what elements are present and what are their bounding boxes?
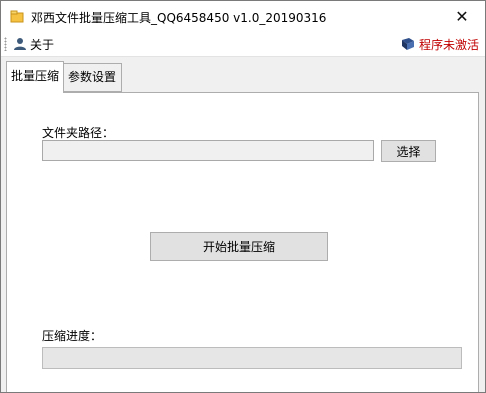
select-folder-button[interactable]: 选择 bbox=[381, 140, 436, 162]
app-window: 邓西文件批量压缩工具_QQ6458450 v1.0_20190316 ✕ 关于 … bbox=[0, 0, 486, 393]
tab-batch-compress[interactable]: 批量压缩 bbox=[6, 61, 64, 93]
menu-bar: 关于 程序未激活 bbox=[1, 32, 485, 57]
toolbar-grip bbox=[4, 37, 7, 51]
close-button[interactable]: ✕ bbox=[439, 1, 485, 32]
folder-path-label: 文件夹路径： bbox=[42, 126, 115, 140]
progress-label: 压缩进度： bbox=[42, 329, 103, 343]
compress-progress-bar bbox=[42, 347, 462, 369]
close-icon: ✕ bbox=[455, 7, 469, 26]
menu-about[interactable]: 关于 bbox=[13, 35, 54, 53]
tab-settings[interactable]: 参数设置 bbox=[64, 63, 122, 92]
folder-path-input[interactable] bbox=[42, 140, 374, 161]
activation-status[interactable]: 程序未激活 bbox=[400, 35, 479, 53]
user-icon bbox=[14, 38, 26, 50]
book-icon bbox=[401, 38, 414, 50]
window-title: 邓西文件批量压缩工具_QQ6458450 v1.0_20190316 bbox=[31, 11, 327, 25]
start-compress-button[interactable]: 开始批量压缩 bbox=[150, 232, 328, 261]
batch-compress-panel: 文件夹路径： 选择 开始批量压缩 压缩进度： bbox=[6, 92, 479, 392]
title-bar: 邓西文件批量压缩工具_QQ6458450 v1.0_20190316 ✕ bbox=[1, 1, 485, 32]
app-icon bbox=[10, 10, 24, 23]
activation-status-label: 程序未激活 bbox=[418, 37, 479, 52]
menu-about-label: 关于 bbox=[30, 37, 55, 52]
